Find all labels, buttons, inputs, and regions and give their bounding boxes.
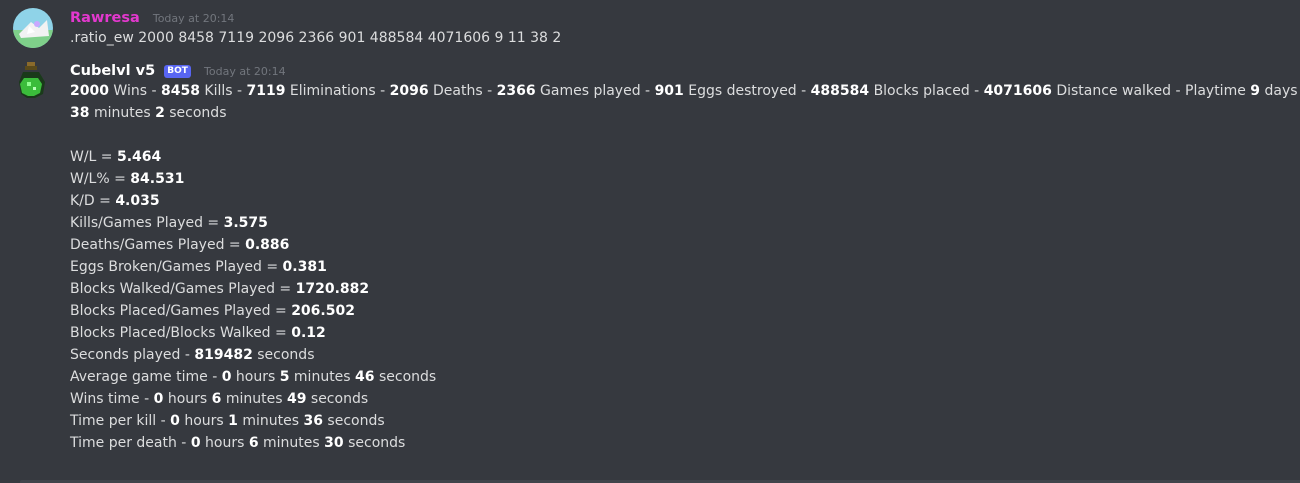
stat-label: W/L% =	[70, 171, 131, 187]
minutes-label: minutes	[93, 105, 151, 121]
wins-value: 2000	[70, 83, 109, 99]
stats-summary-line-2: 38 minutes 2 seconds	[70, 102, 227, 124]
author-name[interactable]: Cubelvl v5	[70, 63, 155, 79]
time-line: Time per kill - 0 hours 1 minutes 36 sec…	[70, 410, 385, 432]
seconds-played-unit: seconds	[252, 347, 315, 363]
days-value: 9	[1250, 83, 1261, 99]
playtime-label: Playtime	[1185, 83, 1246, 99]
seconds-played-value: 819482	[194, 347, 253, 363]
time-label: Average game time -	[70, 369, 222, 385]
stat-label: Blocks Walked/Games Played =	[70, 281, 296, 297]
stat-line: Blocks Walked/Games Played = 1720.882	[70, 278, 369, 300]
stat-value: 206.502	[291, 303, 355, 319]
stat-line: Eggs Broken/Games Played = 0.381	[70, 256, 327, 278]
message-content: .ratio_ew 2000 8458 7119 2096 2366 901 4…	[70, 30, 562, 46]
time-minutes: 1	[228, 413, 238, 429]
time-label: Wins time -	[70, 391, 154, 407]
games-label: Games played	[540, 83, 641, 99]
author-name[interactable]: Rawresa	[70, 10, 140, 26]
minutes-value: 38	[70, 105, 90, 121]
stat-value: 84.531	[130, 171, 185, 187]
deaths-value: 2096	[389, 83, 429, 99]
time-seconds: 30	[324, 435, 344, 451]
blocks-label: Blocks placed	[873, 83, 970, 99]
hours-unit: hours	[179, 413, 229, 429]
stat-line: Blocks Placed/Blocks Walked = 0.12	[70, 322, 326, 344]
stat-value: 1720.882	[295, 281, 370, 297]
stat-value: 5.464	[117, 149, 162, 165]
stat-label: Blocks Placed/Games Played =	[70, 303, 292, 319]
stat-label: Blocks Placed/Blocks Walked =	[70, 325, 292, 341]
stat-value: 0.12	[291, 325, 326, 341]
minutes-unit: minutes	[237, 413, 304, 429]
seconds-unit: seconds	[374, 369, 437, 385]
kills-label: Kills	[204, 83, 233, 99]
days-label: days	[1264, 83, 1298, 99]
hours-unit: hours	[231, 369, 280, 385]
user-avatar[interactable]	[13, 8, 53, 48]
stat-line: Kills/Games Played = 3.575	[70, 212, 268, 234]
minutes-unit: minutes	[221, 391, 287, 407]
time-seconds: 49	[286, 391, 307, 407]
time-seconds: 46	[355, 369, 375, 385]
seconds-played-line: Seconds played - 819482 seconds	[70, 344, 315, 366]
seconds-label: seconds	[169, 105, 227, 121]
stat-value: 0.381	[282, 259, 327, 275]
seconds-played-label: Seconds played -	[70, 347, 195, 363]
stat-label: Eggs Broken/Games Played =	[70, 259, 283, 275]
distance-label: Distance walked	[1056, 83, 1172, 99]
elims-value: 7119	[246, 83, 286, 99]
time-hours: 0	[190, 435, 201, 451]
time-hours: 0	[170, 413, 180, 429]
eggs-value: 901	[654, 83, 684, 99]
time-hours: 0	[153, 391, 164, 407]
blocks-value: 488584	[810, 83, 870, 99]
message-timestamp[interactable]: Today at 20:14	[204, 65, 286, 78]
kills-value: 8458	[160, 83, 200, 99]
seconds-value: 2	[155, 105, 165, 121]
time-minutes: 6	[248, 435, 259, 451]
stat-label: K/D =	[70, 193, 116, 209]
time-line: Wins time - 0 hours 6 minutes 49 seconds	[70, 388, 368, 410]
games-value: 2366	[496, 83, 536, 99]
stat-line: Blocks Placed/Games Played = 206.502	[70, 300, 355, 322]
time-line: Time per death - 0 hours 6 minutes 30 se…	[70, 432, 405, 454]
seconds-unit: seconds	[343, 435, 406, 451]
stat-value: 3.575	[223, 215, 268, 231]
hours-unit: hours	[163, 391, 212, 407]
minutes-unit: minutes	[258, 435, 325, 451]
seconds-unit: seconds	[322, 413, 385, 429]
time-label: Time per kill -	[70, 413, 171, 429]
stat-value: 4.035	[115, 193, 160, 209]
bot-avatar[interactable]	[13, 60, 53, 100]
stat-label: W/L =	[70, 149, 117, 165]
stat-line: W/L% = 84.531	[70, 168, 184, 190]
distance-value: 4071606	[983, 83, 1052, 99]
stat-line: W/L = 5.464	[70, 146, 161, 168]
stat-label: Kills/Games Played =	[70, 215, 224, 231]
time-seconds: 36	[303, 413, 323, 429]
stat-line: Deaths/Games Played = 0.886	[70, 234, 289, 256]
hours-unit: hours	[200, 435, 249, 451]
time-minutes: 5	[279, 369, 290, 385]
time-hours: 0	[221, 369, 232, 385]
elims-label: Eliminations	[289, 83, 376, 99]
message-timestamp[interactable]: Today at 20:14	[153, 12, 235, 25]
bot-badge: BOT	[164, 65, 191, 78]
seconds-unit: seconds	[306, 391, 369, 407]
time-minutes: 6	[211, 391, 222, 407]
eggs-label: Eggs destroyed	[688, 83, 797, 99]
time-label: Time per death -	[70, 435, 191, 451]
stats-summary-line-1: 2000 Wins - 8458 Kills - 7119 Eliminatio…	[70, 83, 1298, 99]
stat-label: Deaths/Games Played =	[70, 237, 246, 253]
deaths-label: Deaths	[433, 83, 483, 99]
time-line: Average game time - 0 hours 5 minutes 46…	[70, 366, 436, 388]
stat-value: 0.886	[245, 237, 290, 253]
wins-label: Wins	[113, 83, 148, 99]
stat-line: K/D = 4.035	[70, 190, 160, 212]
minutes-unit: minutes	[289, 369, 356, 385]
